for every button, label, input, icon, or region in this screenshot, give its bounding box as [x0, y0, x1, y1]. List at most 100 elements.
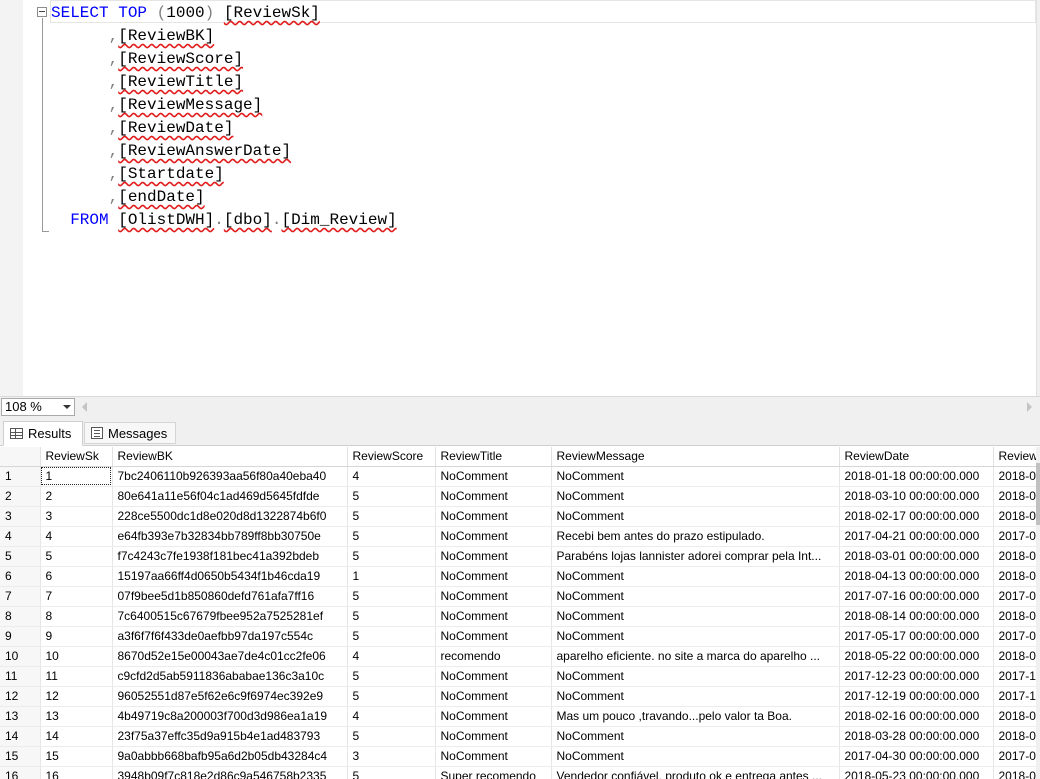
chevron-down-icon[interactable] — [63, 405, 71, 409]
query-editor[interactable]: SELECT TOP (1000) [ReviewSk] ,[ReviewBK]… — [0, 0, 1040, 396]
grid-cell[interactable]: 2018-0 — [993, 506, 1040, 527]
grid-cell[interactable]: 12 — [40, 686, 113, 707]
grid-cell[interactable]: NoComment — [435, 686, 552, 707]
grid-cell[interactable]: 4 — [347, 466, 436, 487]
grid-cell[interactable]: 96052551d87e5f62e6c9f6974ec392e9 — [112, 686, 348, 707]
grid-cell[interactable]: Vendedor confiável, produto ok e entrega… — [551, 766, 840, 779]
grid-cell[interactable]: 2018-0 — [993, 466, 1040, 487]
grid-cell[interactable]: 2017-1 — [993, 686, 1040, 707]
grid-cell[interactable]: NoComment — [435, 666, 552, 687]
row-number[interactable]: 14 — [0, 726, 41, 747]
table-row[interactable]: 15 15 9a0abbb668bafb95a6d2b05db43284c4 3 NoC… — [0, 746, 1040, 767]
grid-cell[interactable]: 2018-03-28 00:00:00.000 — [839, 726, 994, 747]
row-number[interactable]: 6 — [0, 566, 41, 587]
row-number[interactable]: 5 — [0, 546, 41, 567]
grid-cell[interactable]: 13 — [40, 706, 113, 727]
table-row[interactable]: 12 12 96052551d87e5f62e6c9f6974ec392e9 5 NoC… — [0, 686, 1040, 707]
grid-cell[interactable]: 8 — [40, 606, 113, 627]
grid-cell[interactable]: 5 — [347, 686, 436, 707]
grid-cell[interactable]: 2018-03-01 00:00:00.000 — [839, 546, 994, 567]
table-row[interactable]: 14 14 23f75a37effc35d9a915b4e1ad483793 5 NoC… — [0, 726, 1040, 747]
row-number[interactable]: 13 — [0, 706, 41, 727]
grid-cell[interactable]: 3 — [347, 746, 436, 767]
grid-cell[interactable]: 5 — [347, 486, 436, 507]
grid-cell[interactable]: 2018-0 — [993, 726, 1040, 747]
row-number[interactable]: 15 — [0, 746, 41, 767]
grid-cell[interactable]: 2017-12-23 00:00:00.000 — [839, 666, 994, 687]
grid-cell[interactable]: 2018-05-23 00:00:00.000 — [839, 766, 994, 779]
grid-cell[interactable]: 5 — [347, 546, 436, 567]
row-number[interactable]: 16 — [0, 766, 41, 779]
grid-cell[interactable]: NoComment — [551, 666, 840, 687]
grid-cell[interactable]: NoComment — [435, 546, 552, 567]
grid-cell[interactable]: 4 — [347, 706, 436, 727]
grid-cell[interactable]: NoComment — [551, 626, 840, 647]
grid-cell[interactable]: 228ce5500dc1d8e020d8d1322874b6f0 — [112, 506, 348, 527]
grid-cell[interactable]: 14 — [40, 726, 113, 747]
grid-scroll-thumb[interactable] — [1036, 463, 1040, 525]
grid-cell[interactable]: 3948b09f7c818e2d86c9a546758b2335 — [112, 766, 348, 779]
grid-cell[interactable]: recomendo — [435, 646, 552, 667]
grid-cell[interactable]: 2018-04-13 00:00:00.000 — [839, 566, 994, 587]
grid-cell[interactable]: 2018-03-10 00:00:00.000 — [839, 486, 994, 507]
grid-cell[interactable]: 7 — [40, 586, 113, 607]
grid-cell[interactable]: NoComment — [435, 706, 552, 727]
row-number[interactable]: 11 — [0, 666, 41, 687]
grid-cell[interactable]: NoComment — [435, 586, 552, 607]
grid-cell[interactable]: 2018-0 — [993, 646, 1040, 667]
grid-cell[interactable]: 5 — [347, 726, 436, 747]
table-row[interactable]: 16 16 3948b09f7c818e2d86c9a546758b2335 5 Sup… — [0, 766, 1040, 779]
grid-cell[interactable]: 5 — [347, 626, 436, 647]
grid-cell[interactable]: 2 — [40, 486, 113, 507]
grid-cell[interactable]: 5 — [40, 546, 113, 567]
grid-cell[interactable]: NoComment — [435, 466, 552, 487]
grid-cell[interactable]: 9 — [40, 626, 113, 647]
grid-cell[interactable]: 2018-05-22 00:00:00.000 — [839, 646, 994, 667]
grid-cell[interactable]: e64fb393e7b32834bb789ff8bb30750e — [112, 526, 348, 547]
scroll-left-icon[interactable] — [82, 402, 87, 412]
grid-cell[interactable]: 15197aa66ff4d0650b5434f1b46cda19 — [112, 566, 348, 587]
grid-cell[interactable]: NoComment — [551, 586, 840, 607]
row-number[interactable]: 1 — [0, 466, 41, 487]
grid-cell[interactable]: 5 — [347, 506, 436, 527]
table-row[interactable]: 2 2 80e641a11e56f04c1ad469d5645fdfde 5 NoCom… — [0, 486, 1040, 507]
row-header-corner[interactable] — [0, 447, 41, 467]
grid-cell[interactable]: 2018-01-18 00:00:00.000 — [839, 466, 994, 487]
row-number[interactable]: 8 — [0, 606, 41, 627]
column-header[interactable]: ReviewBK — [112, 447, 348, 467]
column-header[interactable]: ReviewSk — [40, 447, 113, 467]
grid-cell[interactable]: 2018-02-16 00:00:00.000 — [839, 706, 994, 727]
grid-cell[interactable]: NoComment — [435, 566, 552, 587]
table-row[interactable]: 13 13 4b49719c8a200003f700d3d986ea1a19 4 NoC… — [0, 706, 1040, 727]
grid-cell[interactable]: 2017-1 — [993, 666, 1040, 687]
table-row[interactable]: 10 10 8670d52e15e00043ae7de4c01cc2fe06 4 rec… — [0, 646, 1040, 667]
grid-cell[interactable]: 2018-0 — [993, 546, 1040, 567]
table-row[interactable]: 8 8 7c6400515c67679fbee952a7525281ef 5 NoCom… — [0, 606, 1040, 627]
results-grid[interactable]: ReviewSk ReviewBK ReviewScore ReviewTitle Re… — [0, 447, 1040, 779]
grid-cell[interactable]: 2017-0 — [993, 626, 1040, 647]
grid-cell[interactable]: 07f9bee5d1b850860defd761afa7ff16 — [112, 586, 348, 607]
column-header[interactable]: ReviewTitle — [435, 447, 552, 467]
table-row[interactable]: 11 11 c9cfd2d5ab5911836ababae136c3a10c 5 NoC… — [0, 666, 1040, 687]
grid-cell[interactable]: 2017-0 — [993, 746, 1040, 767]
grid-cell[interactable]: aparelho eficiente. no site a marca do a… — [551, 646, 840, 667]
grid-cell[interactable]: 6 — [40, 566, 113, 587]
grid-cell[interactable]: 2018-0 — [993, 766, 1040, 779]
grid-cell[interactable]: 5 — [347, 666, 436, 687]
grid-cell[interactable]: 2017-0 — [993, 586, 1040, 607]
grid-cell[interactable]: NoComment — [435, 626, 552, 647]
table-row[interactable]: 9 9 a3f6f7f6f433de0aefbb97da197c554c 5 NoCom… — [0, 626, 1040, 647]
tab-results[interactable]: Results — [3, 421, 83, 446]
grid-cell[interactable]: 2017-05-17 00:00:00.000 — [839, 626, 994, 647]
grid-cell[interactable]: 1 — [347, 566, 436, 587]
grid-cell[interactable]: 2017-12-19 00:00:00.000 — [839, 686, 994, 707]
grid-cell[interactable]: Parabéns lojas lannister adorei comprar … — [551, 546, 840, 567]
grid-cell[interactable]: 2017-04-21 00:00:00.000 — [839, 526, 994, 547]
grid-cell[interactable]: NoComment — [551, 686, 840, 707]
row-number[interactable]: 10 — [0, 646, 41, 667]
grid-cell[interactable]: NoComment — [435, 486, 552, 507]
grid-cell[interactable]: 2018-0 — [993, 486, 1040, 507]
grid-cell[interactable]: NoComment — [435, 746, 552, 767]
grid-cell[interactable]: 9a0abbb668bafb95a6d2b05db43284c4 — [112, 746, 348, 767]
grid-cell[interactable]: Recebi bem antes do prazo estipulado. — [551, 526, 840, 547]
